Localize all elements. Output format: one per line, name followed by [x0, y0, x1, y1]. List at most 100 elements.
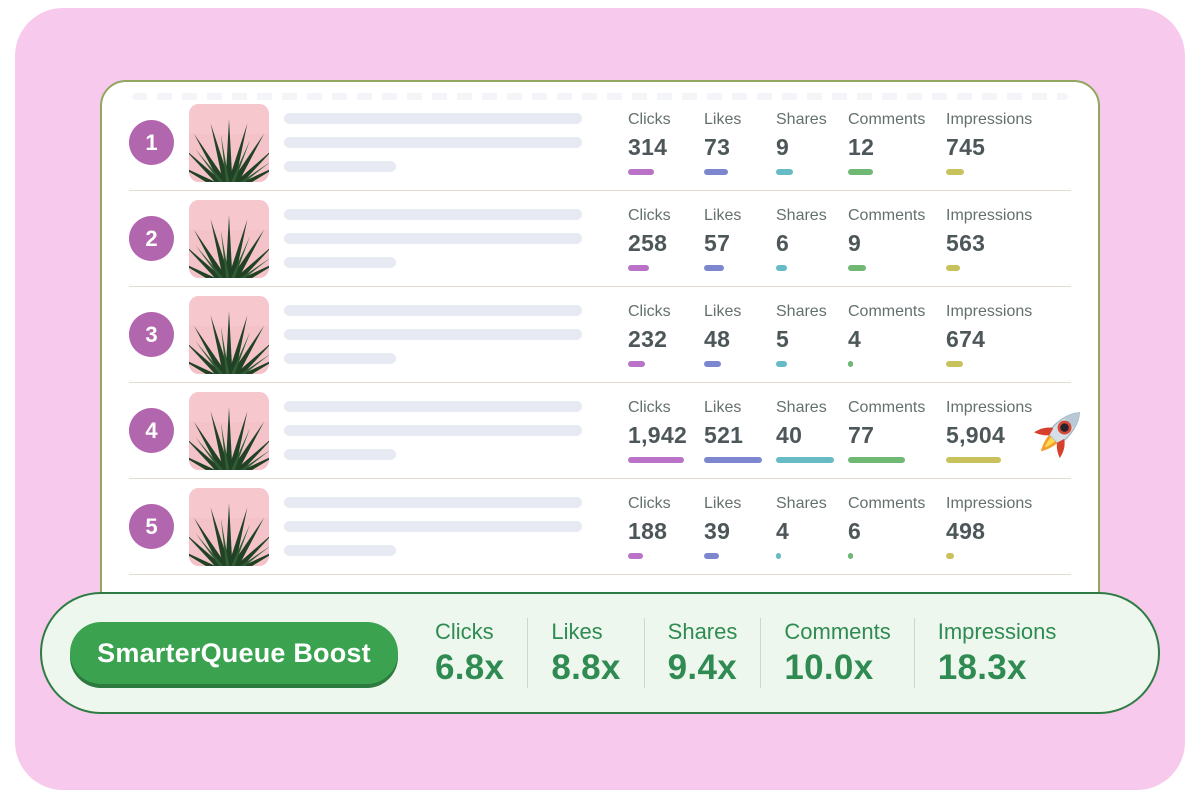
post-text-placeholder [284, 401, 582, 460]
placeholder-line [284, 401, 582, 412]
stat-label: Likes [704, 110, 741, 130]
stat-bar [628, 457, 684, 463]
stat-value: 9 [776, 132, 789, 162]
stat-label: Comments [848, 110, 925, 130]
stat-cell: Impressions 498 [946, 494, 1076, 559]
stat-bar [628, 553, 643, 559]
stat-bar [704, 457, 762, 463]
stat-label: Comments [848, 302, 925, 322]
stat-cell: Shares 6 [776, 206, 848, 271]
stat-bar [776, 553, 781, 559]
stat-label: Likes [704, 494, 741, 514]
stat-value: 5 [776, 324, 789, 354]
stat-value: 48 [704, 324, 730, 354]
placeholder-line [284, 449, 396, 460]
stat-value: 498 [946, 516, 985, 546]
rank-badge: 5 [129, 504, 174, 549]
stat-value: 57 [704, 228, 730, 258]
stat-bar [704, 553, 719, 559]
stat-cell: Impressions 563 [946, 206, 1076, 271]
stat-cell: Clicks 188 [628, 494, 704, 559]
post-row: 2 [129, 191, 1071, 287]
boost-banner: SmarterQueue Boost Clicks 6.8x Likes 8.8… [40, 592, 1160, 714]
stat-bar [946, 553, 954, 559]
post-thumbnail [189, 104, 269, 182]
placeholder-line [284, 521, 582, 532]
stat-label: Impressions [946, 110, 1032, 130]
stat-cell: Likes 57 [704, 206, 776, 271]
placeholder-line [284, 113, 582, 124]
stat-label: Impressions [946, 494, 1032, 514]
stat-value: 4 [848, 324, 861, 354]
posts-card: 1 [100, 80, 1100, 628]
stat-label: Clicks [628, 206, 671, 226]
stat-value: 232 [628, 324, 667, 354]
stat-cell: Shares 40 [776, 398, 848, 463]
placeholder-line [284, 161, 396, 172]
rank-badge: 1 [129, 120, 174, 165]
stat-cell: Comments 4 [848, 302, 946, 367]
post-text-placeholder [284, 305, 582, 364]
rank-badge: 3 [129, 312, 174, 357]
boost-stat-label: Likes [551, 618, 602, 646]
stat-bar [776, 169, 793, 175]
stat-label: Likes [704, 302, 741, 322]
stat-value: 39 [704, 516, 730, 546]
stat-bar [776, 457, 834, 463]
post-stats: Clicks 314 Likes 73 Shares 9 Comments 12… [628, 110, 1076, 175]
stat-label: Shares [776, 302, 827, 322]
stat-value: 6 [776, 228, 789, 258]
stat-value: 745 [946, 132, 985, 162]
stat-bar [848, 457, 905, 463]
stat-cell: Clicks 314 [628, 110, 704, 175]
stat-label: Shares [776, 494, 827, 514]
placeholder-line [284, 137, 582, 148]
stat-bar [776, 361, 787, 367]
plant-photo-icon [189, 392, 269, 470]
placeholder-line [284, 497, 582, 508]
post-text-placeholder [284, 497, 582, 556]
stat-value: 4 [776, 516, 789, 546]
placeholder-line [284, 353, 396, 364]
stat-cell: Likes 39 [704, 494, 776, 559]
stat-label: Clicks [628, 494, 671, 514]
stat-value: 77 [848, 420, 874, 450]
stat-label: Clicks [628, 302, 671, 322]
stat-cell: Shares 4 [776, 494, 848, 559]
boost-stat-label: Comments [784, 618, 890, 646]
stat-bar [776, 265, 787, 271]
stat-cell: Clicks 258 [628, 206, 704, 271]
stat-label: Comments [848, 398, 925, 418]
placeholder-line [284, 257, 396, 268]
placeholder-line [284, 425, 582, 436]
boost-stat: Comments 10.0x [760, 618, 913, 688]
stat-bar [704, 361, 721, 367]
post-text-placeholder [284, 113, 582, 172]
boost-stat-value: 9.4x [668, 648, 737, 688]
stat-label: Clicks [628, 110, 671, 130]
post-row: 4 [129, 383, 1071, 479]
boost-stat-value: 10.0x [784, 648, 873, 688]
stat-value: 6 [848, 516, 861, 546]
stat-cell: Shares 5 [776, 302, 848, 367]
boost-stat-value: 8.8x [551, 648, 620, 688]
boost-stat: Shares 9.4x [644, 618, 761, 688]
stat-label: Shares [776, 110, 827, 130]
stat-bar [946, 265, 960, 271]
stat-label: Clicks [628, 398, 671, 418]
rank-badge: 4 [129, 408, 174, 453]
post-stats: Clicks 258 Likes 57 Shares 6 Comments 9 … [628, 206, 1076, 271]
stat-cell: Likes 521 [704, 398, 776, 463]
stat-label: Comments [848, 494, 925, 514]
stat-cell: Impressions 674 [946, 302, 1076, 367]
stat-label: Impressions [946, 398, 1032, 418]
boost-stat-value: 6.8x [435, 648, 504, 688]
smarterqueue-boost-button[interactable]: SmarterQueue Boost [70, 622, 398, 684]
stat-cell: Likes 48 [704, 302, 776, 367]
stat-bar [848, 553, 853, 559]
stat-cell: Clicks 1,942 [628, 398, 704, 463]
boost-stat: Impressions 18.3x [914, 618, 1080, 688]
stat-value: 73 [704, 132, 730, 162]
boost-stat-label: Impressions [938, 618, 1057, 646]
stat-cell: Shares 9 [776, 110, 848, 175]
